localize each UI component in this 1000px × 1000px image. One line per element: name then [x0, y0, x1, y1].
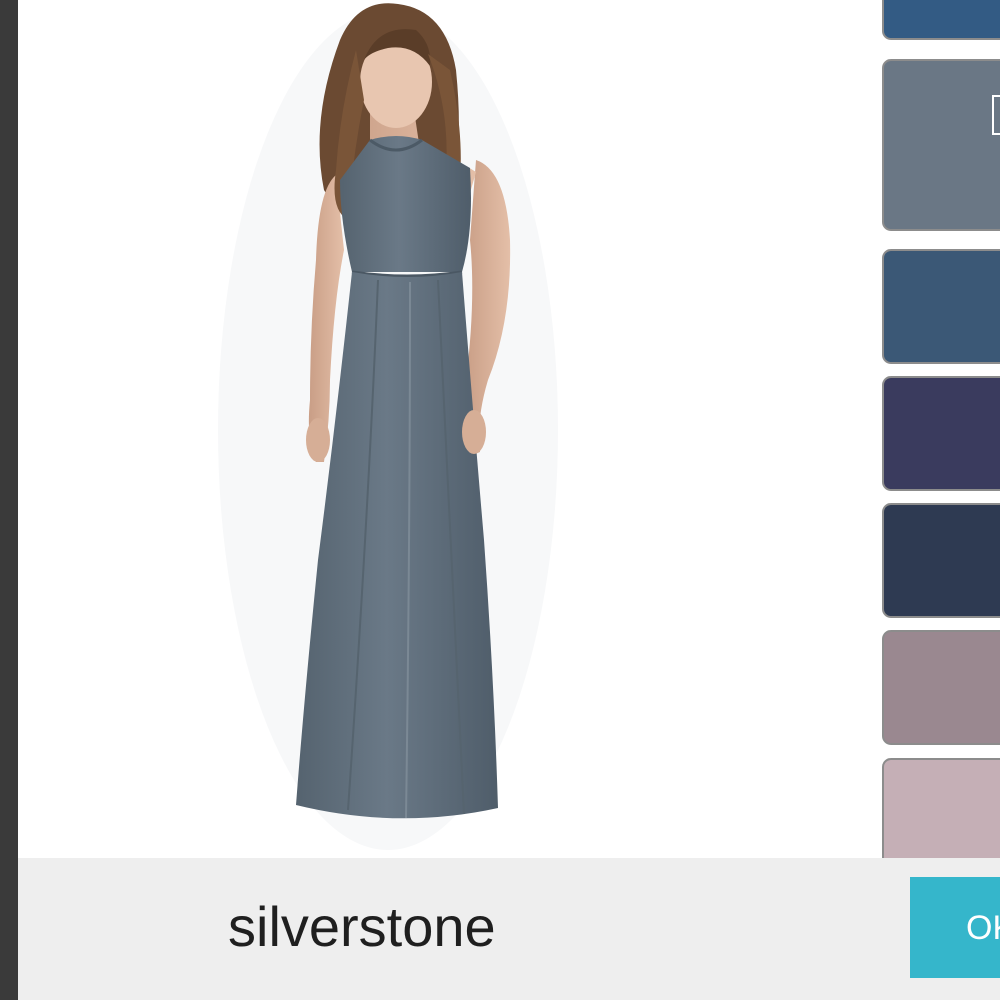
ok-button[interactable]: OK — [910, 877, 1000, 978]
swatch-2[interactable] — [882, 59, 1000, 231]
swatch-1[interactable] — [882, 0, 1000, 40]
left-edge-strip — [0, 0, 18, 1000]
product-image-viewer — [18, 0, 880, 858]
swatch-5[interactable] — [882, 503, 1000, 618]
color-swatch-list[interactable] — [880, 0, 1000, 858]
dress-image — [18, 0, 880, 858]
color-selection-bar: silverstone OK — [18, 858, 1000, 1000]
swatch-7[interactable] — [882, 758, 1000, 858]
selected-color-name: silverstone — [228, 895, 496, 958]
swatch-4[interactable] — [882, 376, 1000, 491]
swatch-6[interactable] — [882, 630, 1000, 745]
swatch-3[interactable] — [882, 249, 1000, 364]
